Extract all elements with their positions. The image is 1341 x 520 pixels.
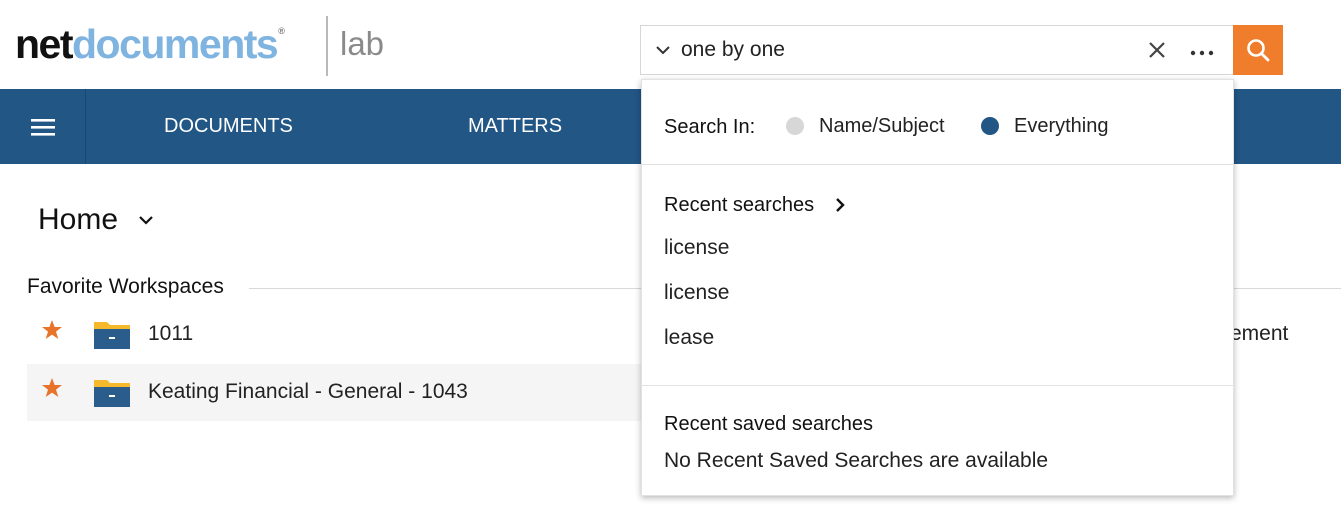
everything-radio[interactable] — [981, 117, 999, 135]
everything-option-label[interactable]: Everything — [1014, 114, 1109, 138]
search-icon — [1247, 39, 1270, 62]
workspace-folder-icon — [94, 322, 130, 349]
page-title[interactable]: Home — [38, 200, 118, 240]
more-options-icon[interactable] — [1187, 39, 1217, 61]
logo-registered-mark: ® — [278, 26, 285, 36]
recent-search-item[interactable]: license — [664, 280, 729, 306]
logo-net-text: net — [15, 21, 74, 67]
netdocuments-logo[interactable]: net documents ® — [15, 20, 285, 79]
search-dropdown-panel: Search In: Name/Subject Everything Recen… — [641, 79, 1234, 496]
logo-divider — [326, 16, 328, 76]
recent-search-item[interactable]: license — [664, 235, 729, 261]
recent-searches-section: Recent searches license license lease — [642, 165, 1233, 386]
search-input[interactable] — [681, 34, 1121, 66]
search-box — [640, 25, 1283, 75]
clear-search-icon[interactable] — [1146, 39, 1168, 61]
favorite-star-icon[interactable] — [40, 376, 64, 400]
recent-saved-searches-section: Recent saved searches No Recent Saved Se… — [642, 386, 1233, 496]
logo-documents-text: documents — [72, 21, 279, 67]
recent-saved-searches-heading: Recent saved searches — [664, 413, 874, 435]
hamburger-menu-button[interactable] — [0, 89, 86, 164]
hamburger-icon — [30, 118, 55, 136]
workspace-name[interactable]: 1011 — [148, 321, 193, 347]
name-subject-option-label[interactable]: Name/Subject — [819, 114, 945, 138]
search-in-label: Search In: — [664, 116, 756, 138]
workspace-folder-icon — [94, 380, 130, 407]
nav-documents[interactable]: DOCUMENTS — [164, 89, 293, 164]
top-header: net documents ® lab — [0, 0, 1341, 89]
workspace-row[interactable]: Keating Financial - General - 1043 — [27, 364, 667, 421]
workspace-row[interactable]: 1011 — [27, 306, 667, 363]
home-dropdown-chevron-icon[interactable] — [136, 210, 156, 230]
favorite-star-icon[interactable] — [40, 318, 64, 342]
search-button[interactable] — [1233, 25, 1283, 75]
favorite-workspaces-heading: Favorite Workspaces — [27, 275, 224, 298]
lab-label: lab — [340, 25, 385, 62]
recent-searches-heading[interactable]: Recent searches — [664, 193, 814, 217]
search-in-section: Search In: Name/Subject Everything — [642, 80, 1233, 165]
nav-matters[interactable]: MATTERS — [468, 89, 562, 164]
recent-search-item[interactable]: lease — [664, 325, 714, 351]
workspace-name-partial[interactable]: ement — [1230, 321, 1288, 347]
empty-saved-searches-message: No Recent Saved Searches are available — [664, 449, 1049, 472]
name-subject-radio[interactable] — [786, 117, 804, 135]
workspace-name[interactable]: Keating Financial - General - 1043 — [148, 379, 468, 405]
search-scope-chevron-icon[interactable] — [653, 40, 673, 60]
chevron-right-icon[interactable] — [832, 195, 848, 215]
